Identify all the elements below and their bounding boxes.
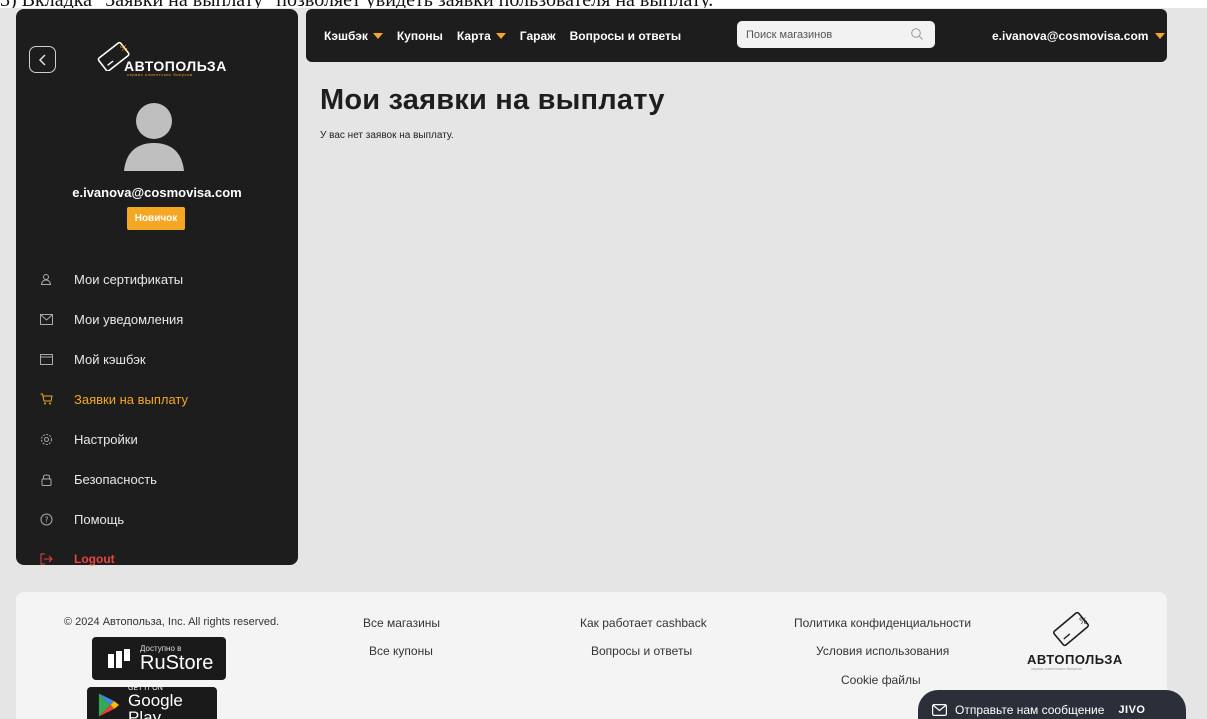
nav-item-label: Гараж	[519, 28, 556, 43]
nav-item-label: Кэшбэк	[324, 28, 368, 43]
help-icon: ?	[39, 512, 53, 526]
svg-text:%: %	[120, 44, 128, 53]
sidebar-item-payout-requests[interactable]: Заявки на выплату	[16, 379, 298, 419]
sidebar-item-logout[interactable]: Logout	[16, 539, 298, 579]
search-input[interactable]	[737, 21, 935, 48]
chevron-left-icon	[38, 53, 46, 66]
footer-link-terms[interactable]: Условия использования	[816, 644, 949, 658]
sidebar-item-label: Безопасность	[74, 471, 157, 487]
footer-link-all-stores[interactable]: Все магазины	[363, 616, 440, 630]
sidebar-item-cashback[interactable]: Мой кэшбэк	[16, 339, 298, 379]
chat-widget-button[interactable]: Отправьте нам сообщение JIVO	[918, 690, 1186, 719]
footer-brand-logo[interactable]: % АВТОПОЛЬЗА сервис клиентских бонусов	[1025, 610, 1122, 676]
nav-item-faq[interactable]: Вопросы и ответы	[570, 29, 681, 43]
sidebar-item-settings[interactable]: Настройки	[16, 419, 298, 459]
nav-menu: Кэшбэк Купоны Карта Гараж Вопросы и отве…	[324, 9, 695, 62]
rustore-big-text: RuStore	[140, 652, 214, 674]
footer-link-cookies[interactable]: Cookie файлы	[841, 673, 921, 687]
nav-item-label: Карта	[456, 28, 491, 43]
copyright: © 2024 Автопольза, Inc. All rights reser…	[64, 616, 280, 628]
footer-link-privacy-policy[interactable]: Политика конфиденциальности	[794, 616, 971, 630]
envelope-icon	[39, 312, 53, 326]
sidebar-item-label: Мои сертификаты	[74, 271, 184, 287]
empty-state-text: У вас нет заявок на выплату.	[320, 130, 454, 141]
footer-brand-name: АВТОПОЛЬЗА	[1027, 652, 1123, 667]
caret-down-icon	[372, 32, 383, 39]
google-play-button[interactable]: GET IT ON Google Play	[87, 685, 217, 719]
top-navigation: Кэшбэк Купоны Карта Гараж Вопросы и отве…	[306, 9, 1167, 62]
sidebar-item-label: Настройки	[74, 431, 138, 447]
nav-item-label: Вопросы и ответы	[569, 28, 682, 43]
account-email: e.ivanova@cosmovisa.com	[992, 28, 1149, 43]
top-caption: 3) Вкладка "Заявки на выплату" позволяет…	[0, 0, 1207, 8]
sidebar-menu: Мои сертификаты Мои уведомления Мой кэшб…	[16, 259, 298, 579]
chat-brand: JIVO	[1118, 704, 1146, 716]
account-menu[interactable]: e.ivanova@cosmovisa.com	[992, 9, 1166, 62]
sidebar-item-notifications[interactable]: Мои уведомления	[16, 299, 298, 339]
logout-icon	[39, 552, 53, 566]
nav-item-map[interactable]: Карта	[457, 29, 506, 43]
sidebar-item-label: Мои уведомления	[74, 311, 184, 327]
lock-icon	[39, 472, 53, 486]
chat-label: Отправьте нам сообщение	[955, 703, 1105, 717]
user-icon	[39, 272, 53, 286]
svg-text:%: %	[1079, 617, 1088, 627]
rustore-icon	[108, 648, 130, 668]
nav-item-label: Купоны	[396, 28, 443, 43]
footer-link-how-cashback-works[interactable]: Как работает cashback	[580, 616, 707, 630]
sidebar-item-label: Заявки на выплату	[74, 391, 189, 407]
user-avatar-icon	[122, 99, 186, 171]
sidebar-item-security[interactable]: Безопасность	[16, 459, 298, 499]
google-play-icon	[98, 693, 120, 717]
user-email: e.ivanova@cosmovisa.com	[72, 185, 242, 200]
nav-item-cashback[interactable]: Кэшбэк	[324, 29, 383, 43]
footer-link-all-coupons[interactable]: Все купоны	[369, 644, 433, 658]
cart-icon	[39, 392, 53, 406]
svg-text:?: ?	[44, 515, 48, 524]
sidebar-item-certificates[interactable]: Мои сертификаты	[16, 259, 298, 299]
gear-icon	[39, 432, 53, 446]
caret-down-icon	[1155, 32, 1166, 39]
back-button[interactable]	[29, 46, 56, 73]
sidebar-item-label: Помощь	[74, 511, 125, 527]
caret-down-icon	[495, 32, 506, 39]
nav-item-coupons[interactable]: Купоны	[397, 29, 443, 43]
rustore-button[interactable]: Доступно в RuStore	[92, 637, 226, 680]
brand-logo[interactable]: % АВТОПОЛЬЗА сервис клиентских бонусов	[94, 41, 234, 77]
sidebar-item-label: Мой кэшбэк	[74, 351, 146, 367]
page-title: Мои заявки на выплату	[320, 84, 665, 116]
sidebar-item-label: Logout	[74, 552, 115, 566]
footer-link-faq[interactable]: Вопросы и ответы	[591, 644, 692, 658]
card-logo-icon: %	[1052, 611, 1090, 647]
envelope-icon	[932, 704, 947, 716]
brand-tagline: сервис клиентских бонусов	[127, 72, 193, 77]
sidebar-item-help[interactable]: ? Помощь	[16, 499, 298, 539]
user-level-badge: Новичок	[127, 207, 185, 230]
search-icon[interactable]	[910, 27, 924, 41]
google-play-big-text: Google Play	[128, 690, 183, 719]
footer-brand-tagline: сервис клиентских бонусов	[1031, 666, 1082, 671]
sidebar: % АВТОПОЛЬЗА сервис клиентских бонусов e…	[16, 9, 298, 566]
nav-item-garage[interactable]: Гараж	[520, 29, 556, 43]
wallet-icon	[39, 352, 53, 366]
